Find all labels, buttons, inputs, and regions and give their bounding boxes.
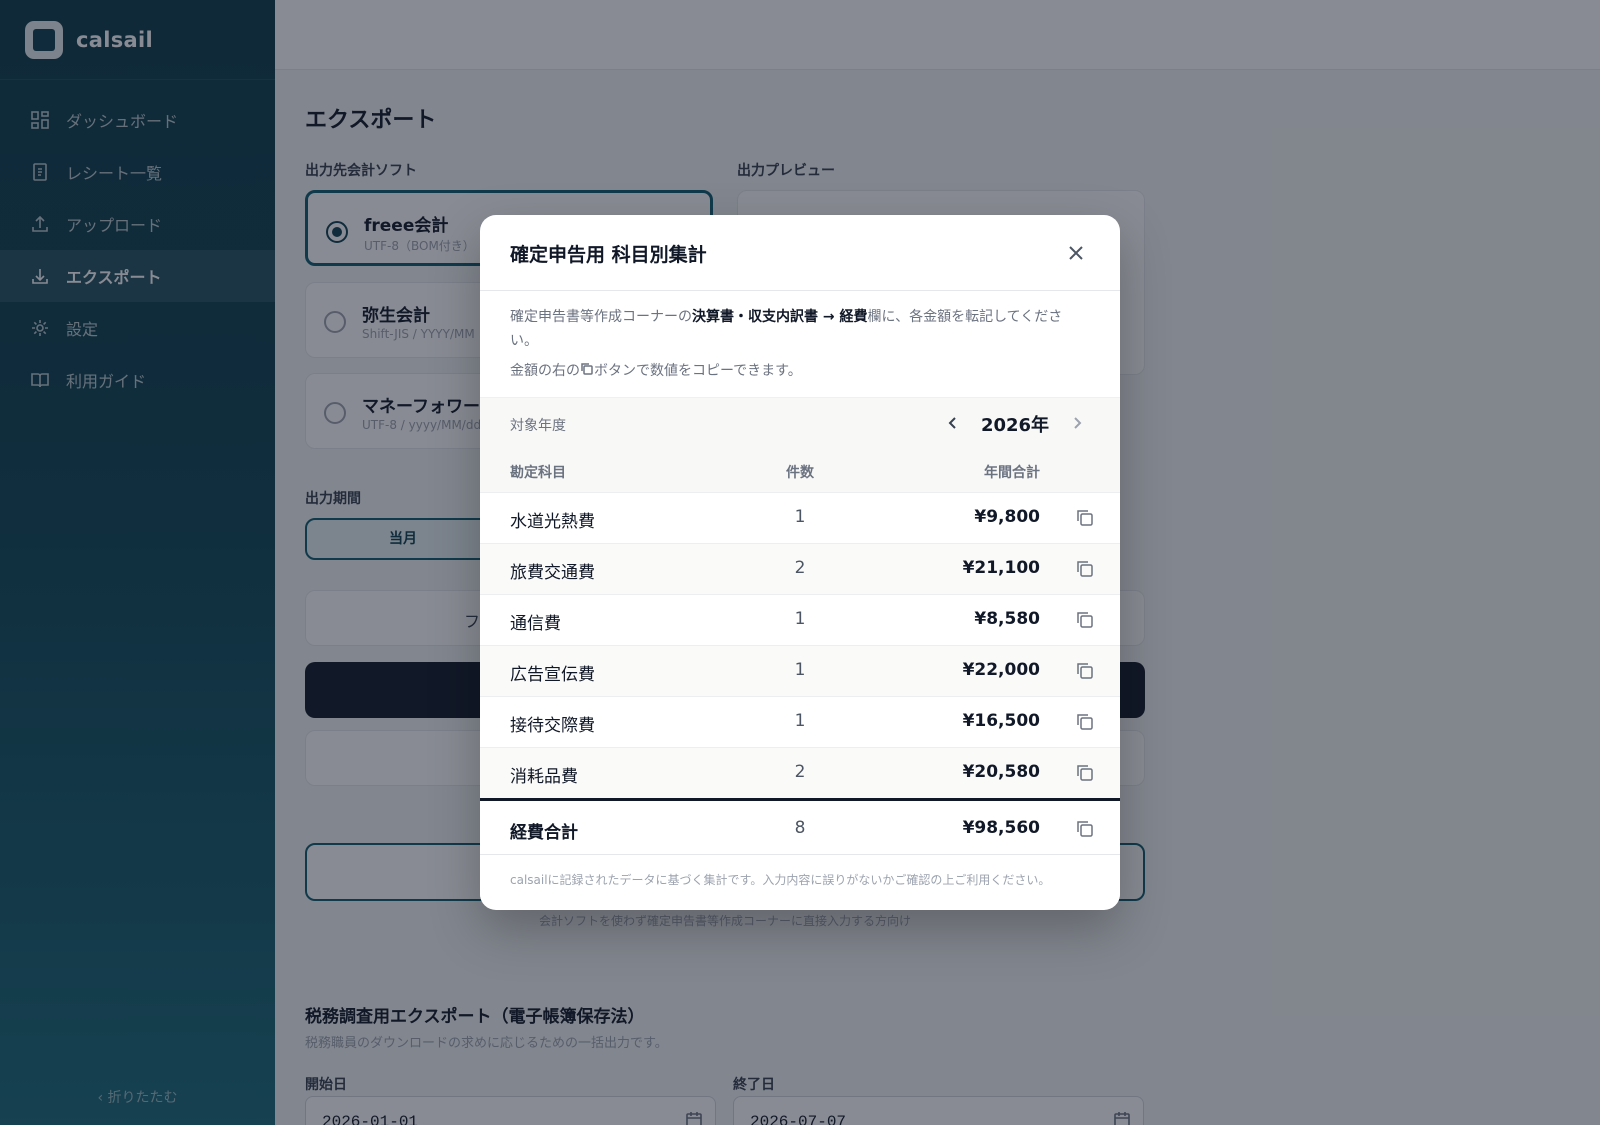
table-row: 広告宣伝費 1 ¥22,000 bbox=[480, 645, 1120, 696]
copy-icon[interactable] bbox=[1075, 661, 1095, 681]
copy-icon[interactable] bbox=[1075, 712, 1095, 732]
total-cell: ¥9,800 bbox=[974, 507, 1040, 527]
copy-icon[interactable] bbox=[1075, 610, 1095, 630]
count-cell: 1 bbox=[794, 507, 806, 527]
year-selector: 対象年度 2026年 bbox=[480, 398, 1120, 450]
desc-text: 金額の右の bbox=[510, 363, 580, 379]
count-cell: 2 bbox=[794, 762, 806, 782]
modal-description: 確定申告書等作成コーナーの決算書・収支内訳書 → 経費欄に、各金額を転記してくだ… bbox=[480, 291, 1120, 398]
close-icon bbox=[1069, 246, 1083, 260]
total-cell: ¥16,500 bbox=[962, 711, 1040, 731]
copy-icon[interactable] bbox=[1075, 508, 1095, 528]
table-row: 接待交際費 1 ¥16,500 bbox=[480, 696, 1120, 747]
total-cell: ¥20,580 bbox=[962, 762, 1040, 782]
count-cell: 1 bbox=[794, 609, 806, 629]
next-year-button[interactable] bbox=[1066, 412, 1088, 434]
total-label-cell: 経費合計 bbox=[510, 823, 578, 843]
modal-title: 確定申告用 科目別集計 bbox=[510, 244, 707, 266]
column-header-total: 年間合計 bbox=[984, 465, 1040, 481]
total-cell: ¥22,000 bbox=[962, 660, 1040, 680]
table-header: 勘定科目 件数 年間合計 bbox=[480, 450, 1120, 492]
chevron-right-icon bbox=[1074, 417, 1082, 429]
column-header-count: 件数 bbox=[786, 465, 814, 481]
previous-year-button[interactable] bbox=[942, 412, 964, 434]
modal-footer-note: calsailに記録されたデータに基づく集計です。入力内容に誤りがないかご確認の… bbox=[480, 854, 1120, 904]
count-cell: 1 bbox=[794, 711, 806, 731]
desc-emphasis: 決算書・収支内訳書 → 経費 bbox=[692, 309, 868, 325]
close-button[interactable] bbox=[1062, 239, 1090, 267]
count-cell: 2 bbox=[794, 558, 806, 578]
account-cell: 広告宣伝費 bbox=[510, 665, 595, 685]
column-header-account: 勘定科目 bbox=[510, 465, 566, 481]
table-row: 旅費交通費 2 ¥21,100 bbox=[480, 543, 1120, 594]
total-cell: ¥21,100 bbox=[962, 558, 1040, 578]
table-row: 通信費 1 ¥8,580 bbox=[480, 594, 1120, 645]
summary-table: 対象年度 2026年 勘定科目 件数 年間合計 水道光熱費 1 ¥9,800 旅… bbox=[480, 398, 1120, 854]
year-value: 2026年 bbox=[980, 415, 1050, 436]
table-row: 水道光熱費 1 ¥9,800 bbox=[480, 492, 1120, 543]
account-cell: 通信費 bbox=[510, 614, 561, 634]
account-cell: 接待交際費 bbox=[510, 716, 595, 736]
count-cell: 1 bbox=[794, 660, 806, 680]
desc-text: ボタンで数値をコピーできます。 bbox=[594, 363, 802, 379]
desc-text: 確定申告書等作成コーナーの bbox=[510, 309, 692, 325]
grand-total-cell: ¥98,560 bbox=[962, 818, 1040, 838]
copy-icon[interactable] bbox=[1075, 763, 1095, 783]
account-cell: 消耗品費 bbox=[510, 767, 578, 787]
table-total-row: 経費合計 8 ¥98,560 bbox=[480, 798, 1120, 854]
account-cell: 水道光熱費 bbox=[510, 512, 595, 532]
table-row: 消耗品費 2 ¥20,580 bbox=[480, 747, 1120, 798]
copy-icon[interactable] bbox=[1075, 559, 1095, 579]
year-label: 対象年度 bbox=[510, 418, 566, 434]
summary-modal: 確定申告用 科目別集計 確定申告書等作成コーナーの決算書・収支内訳書 → 経費欄… bbox=[480, 215, 1120, 910]
account-cell: 旅費交通費 bbox=[510, 563, 595, 583]
total-cell: ¥8,580 bbox=[974, 609, 1040, 629]
total-count-cell: 8 bbox=[794, 818, 806, 838]
modal-header: 確定申告用 科目別集計 bbox=[480, 215, 1120, 291]
copy-icon[interactable] bbox=[1075, 819, 1095, 839]
copy-icon bbox=[580, 360, 594, 375]
chevron-left-icon bbox=[948, 417, 956, 429]
